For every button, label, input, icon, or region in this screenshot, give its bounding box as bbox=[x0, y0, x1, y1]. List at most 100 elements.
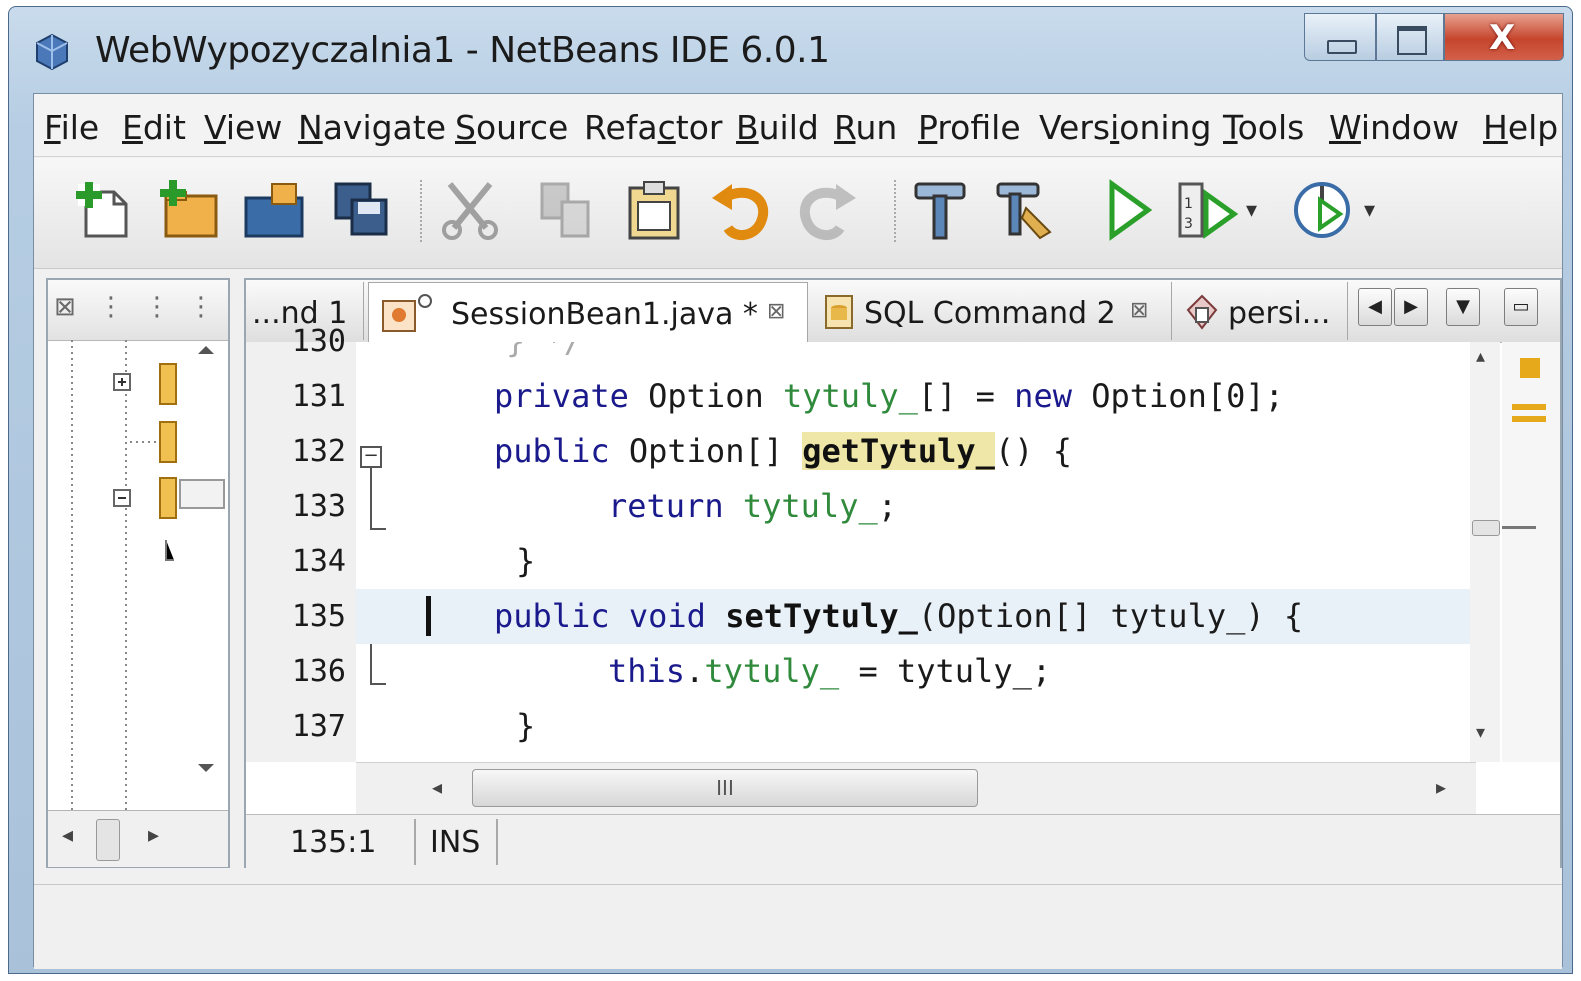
code-line-136: this.tytuly_ = tytuly_; bbox=[608, 652, 1052, 690]
undo-icon[interactable] bbox=[708, 178, 772, 242]
code-line-137: } bbox=[516, 707, 536, 745]
editor-vscroll-thumb[interactable] bbox=[1472, 520, 1500, 536]
debug-icon[interactable]: 1 3 bbox=[1176, 178, 1240, 242]
projects-hscroll-thumb[interactable] bbox=[96, 819, 120, 861]
new-project-icon[interactable] bbox=[156, 178, 220, 242]
cut-icon[interactable] bbox=[438, 178, 502, 242]
menu-source[interactable]: Source bbox=[455, 108, 568, 147]
redo-icon[interactable] bbox=[796, 178, 860, 242]
menu-file[interactable]: File bbox=[44, 108, 99, 147]
insert-mode-indicator[interactable]: INS bbox=[430, 825, 480, 860]
project-tree bbox=[71, 340, 225, 810]
copy-icon[interactable] bbox=[534, 178, 598, 242]
menu-versioning[interactable]: Versioning bbox=[1039, 108, 1211, 147]
code-editor: ...nd 1 SessionBean1.java * ⊠ SQL Comman… bbox=[244, 278, 1562, 869]
save-all-icon[interactable] bbox=[330, 178, 394, 242]
scroll-right-icon[interactable]: ▸ bbox=[148, 823, 159, 848]
scroll-down-icon[interactable]: ▾ bbox=[1476, 722, 1485, 743]
menu-window[interactable]: Window bbox=[1329, 108, 1459, 147]
open-project-icon[interactable] bbox=[242, 178, 306, 242]
editor-tabs: ...nd 1 SessionBean1.java * ⊠ SQL Comman… bbox=[246, 280, 1560, 343]
scroll-left-icon[interactable]: ◂ bbox=[432, 775, 442, 799]
menu-navigate[interactable]: Navigate bbox=[298, 108, 446, 147]
code-line-132: public Option[] getTytuly_() { bbox=[494, 432, 1072, 470]
caret-marker bbox=[1502, 526, 1536, 529]
debug-dropdown-icon[interactable]: ▾ bbox=[1246, 198, 1257, 223]
menu-profile[interactable]: Profile bbox=[918, 108, 1021, 147]
scroll-right-icon[interactable]: ▸ bbox=[1436, 775, 1446, 799]
toolbar-separator bbox=[420, 180, 426, 242]
line-number-gutter: 130 131 132 133 134 135 136 137 bbox=[246, 324, 356, 762]
tab-scroll-right-button[interactable]: ▶ bbox=[1394, 288, 1428, 326]
menu-build[interactable]: Build bbox=[736, 108, 819, 147]
maximize-icon bbox=[1397, 26, 1427, 55]
panel-tab-grip[interactable]: ⋮ bbox=[98, 292, 124, 328]
ide-status-bar bbox=[34, 884, 1562, 969]
window-title: WebWypozyczalnia1 - NetBeans IDE 6.0.1 bbox=[95, 30, 830, 71]
profile-icon[interactable] bbox=[1290, 178, 1354, 242]
line-number: 131 bbox=[291, 379, 346, 414]
tab-scroll-left-button[interactable]: ◀ bbox=[1358, 288, 1392, 326]
close-button[interactable]: X bbox=[1444, 13, 1564, 61]
menu-bar: File Edit View Navigate Source Refactor … bbox=[34, 94, 1562, 157]
scroll-left-icon[interactable]: ◂ bbox=[62, 823, 73, 848]
line-number: 135 bbox=[291, 599, 346, 634]
code-line-133: return tytuly_; bbox=[608, 487, 897, 525]
java-file-icon bbox=[382, 294, 432, 332]
menu-help[interactable]: Help bbox=[1483, 108, 1558, 147]
svg-text:3: 3 bbox=[1184, 216, 1193, 232]
warning-marker[interactable] bbox=[1520, 358, 1540, 378]
netbeans-window: WebWypozyczalnia1 - NetBeans IDE 6.0.1 X… bbox=[8, 6, 1573, 974]
tab-label: SessionBean1.java * bbox=[451, 297, 758, 332]
line-number: 134 bbox=[291, 544, 346, 579]
tab-sql-command-2[interactable]: SQL Command 2 ⊠ bbox=[812, 282, 1172, 340]
tab-close-icon[interactable]: ⊠ bbox=[767, 299, 785, 324]
line-number: 137 bbox=[291, 709, 346, 744]
close-icon: X bbox=[1489, 18, 1516, 58]
code-line-130: } */ bbox=[356, 342, 1474, 369]
panel-tab-icon[interactable]: ⊠ bbox=[54, 292, 78, 328]
line-number: 133 bbox=[291, 489, 346, 524]
maximize-button[interactable] bbox=[1376, 13, 1444, 61]
maximize-editor-button[interactable]: ▭ bbox=[1504, 288, 1538, 326]
panel-tab-grip[interactable]: ⋮ bbox=[144, 292, 170, 328]
minimize-icon bbox=[1327, 40, 1357, 54]
caret-position: 135:1 bbox=[290, 825, 377, 860]
occurrence-marker[interactable] bbox=[1512, 416, 1546, 422]
netbeans-app-icon bbox=[36, 33, 68, 71]
scroll-up-icon[interactable]: ▴ bbox=[1476, 346, 1485, 367]
code-line-134: } bbox=[516, 542, 536, 580]
minimize-button[interactable] bbox=[1304, 13, 1376, 61]
projects-hscroll[interactable]: ◂ ▸ bbox=[48, 810, 228, 867]
code-line-131: private Option tytuly_[] = new Option[0]… bbox=[494, 377, 1284, 415]
menu-run[interactable]: Run bbox=[834, 108, 897, 147]
build-icon[interactable] bbox=[908, 178, 972, 242]
editor-vscroll[interactable]: ▴ ▾ bbox=[1470, 342, 1500, 762]
menu-refactor[interactable]: Refactor bbox=[584, 108, 722, 147]
profile-dropdown-icon[interactable]: ▾ bbox=[1364, 198, 1375, 223]
projects-panel-header: ⊠ ⋮ ⋮ ⋮ bbox=[48, 280, 228, 341]
paste-icon[interactable] bbox=[622, 178, 686, 242]
menu-view[interactable]: View bbox=[204, 108, 282, 147]
panel-tab-grip[interactable]: ⋮ bbox=[188, 292, 214, 328]
clean-build-icon[interactable] bbox=[992, 178, 1056, 242]
occurrence-marker[interactable] bbox=[1512, 404, 1546, 410]
highlighted-method-name: getTytuly_ bbox=[802, 432, 995, 470]
new-file-icon[interactable] bbox=[72, 178, 136, 242]
tab-persistence[interactable]: persi... bbox=[1176, 282, 1348, 340]
persistence-file-icon bbox=[1186, 294, 1218, 330]
tab-close-icon[interactable]: ⊠ bbox=[1130, 298, 1148, 323]
tab-sessionbean1-java[interactable]: SessionBean1.java * ⊠ bbox=[368, 282, 808, 343]
menu-tools[interactable]: Tools bbox=[1223, 108, 1304, 147]
sql-file-icon bbox=[825, 295, 853, 329]
code-text-area[interactable]: − − } */ private Option tytuly_[] = new … bbox=[356, 342, 1474, 762]
editor-hscroll-thumb[interactable]: III bbox=[472, 769, 978, 807]
tab-list-dropdown-button[interactable]: ▼ bbox=[1446, 288, 1480, 326]
menu-edit[interactable]: Edit bbox=[122, 108, 186, 147]
run-icon[interactable] bbox=[1096, 178, 1160, 242]
editor-hscroll[interactable]: ◂ III ▸ bbox=[356, 762, 1476, 815]
ide-frame: File Edit View Navigate Source Refactor … bbox=[33, 93, 1563, 969]
error-stripe bbox=[1502, 342, 1560, 762]
line-number: 136 bbox=[291, 654, 346, 689]
tab-label: SQL Command 2 bbox=[864, 296, 1116, 331]
